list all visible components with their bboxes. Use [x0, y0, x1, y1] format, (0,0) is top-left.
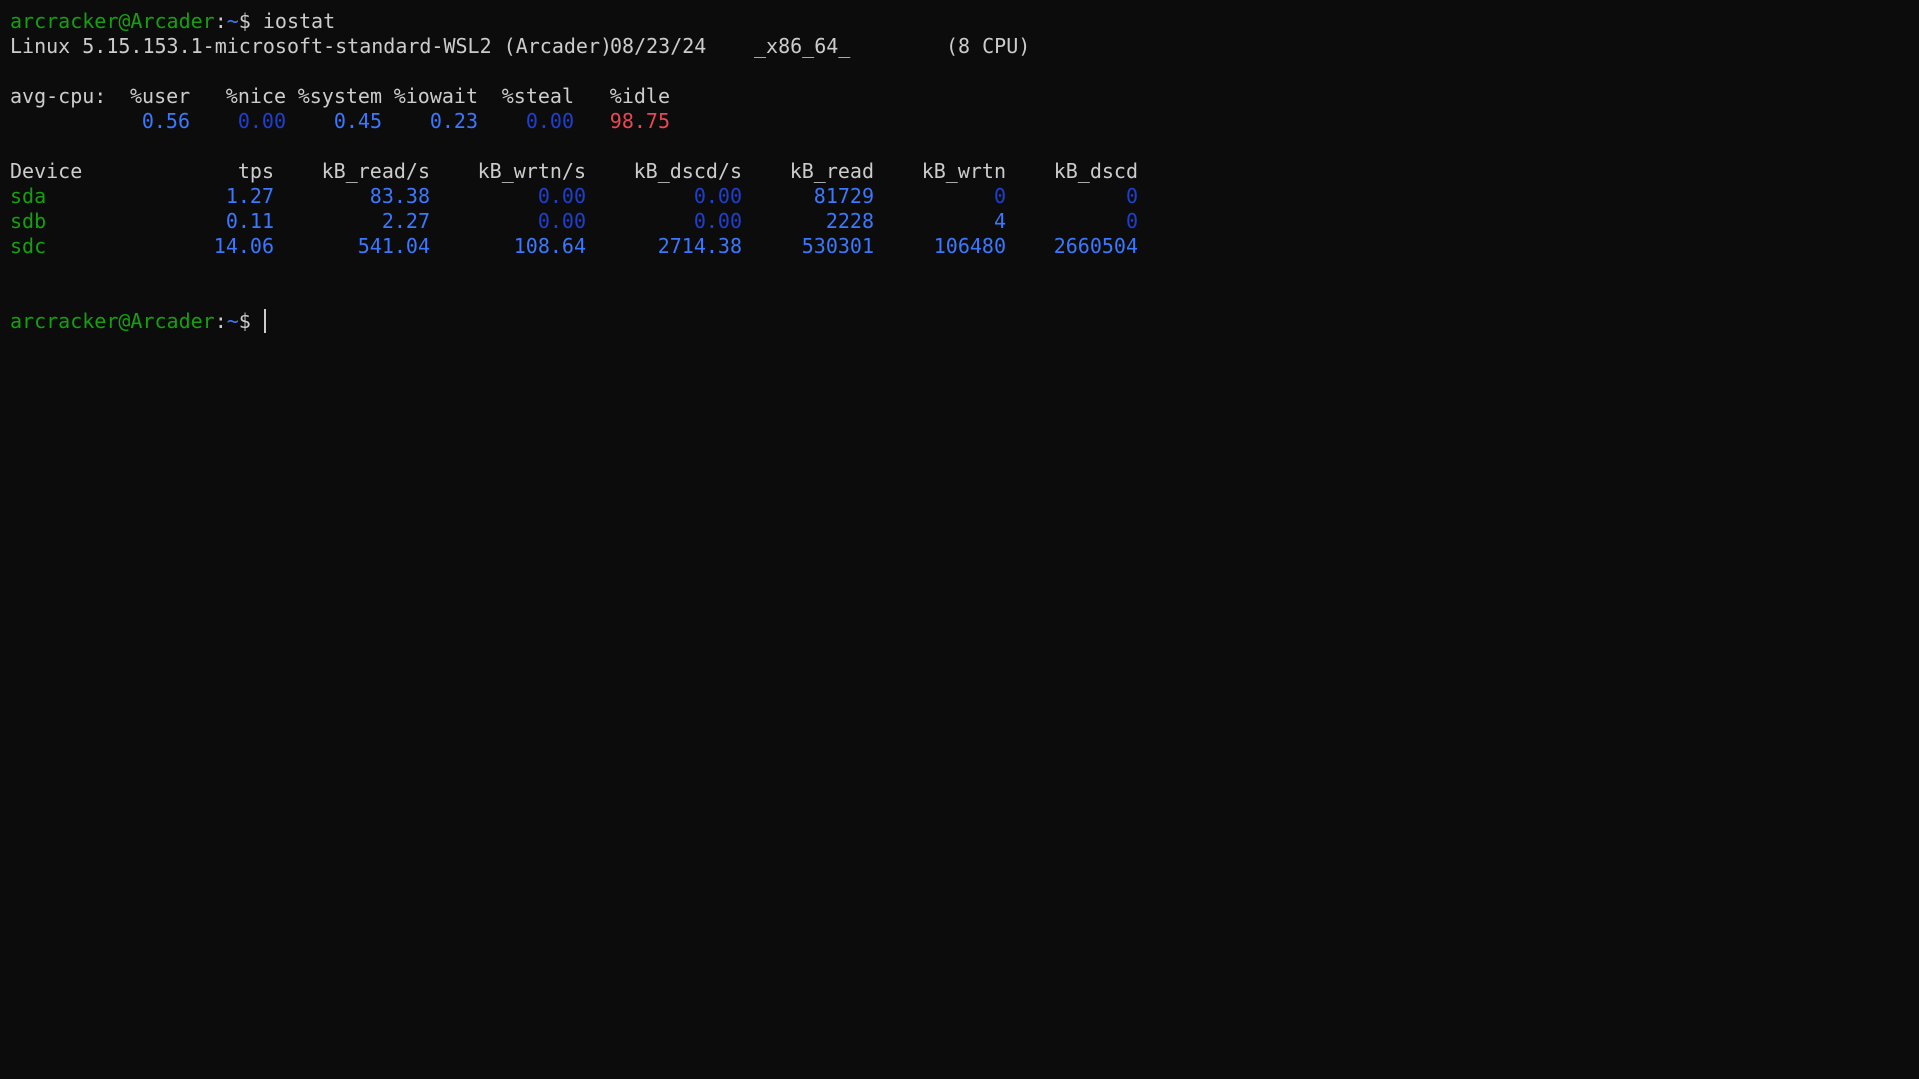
device-header-kb-dscd-s: kB_dscd/s	[633, 159, 742, 183]
device-kb-dscd: 2660504	[1053, 234, 1138, 258]
cpu-value-iowait: 0.23	[429, 109, 478, 133]
kernel-info: Linux 5.15.153.1-microsoft-standard-WSL2…	[10, 34, 613, 58]
device-name: sdc	[10, 234, 47, 258]
text-cursor[interactable]	[263, 309, 266, 333]
device-header-kb-dscd: kB_dscd	[1053, 159, 1138, 183]
device-kb-read: 530301	[801, 234, 874, 258]
device-name: sdb	[10, 209, 47, 233]
device-header-tps: tps	[237, 159, 274, 183]
cpu-header-idle: %idle	[609, 84, 670, 108]
cpu-values-row: 0.56 0.00 0.45 0.23 0.00 98.75	[10, 109, 1919, 134]
prompt-user-host: arcracker@Arcader	[10, 309, 215, 333]
device-kb-read-s: 541.04	[357, 234, 430, 258]
cpu-value-steal: 0.00	[525, 109, 574, 133]
device-row: sdc 14.06 541.04 108.64 2714.38 530301 106480 2…	[10, 234, 1919, 259]
report-date: 08/23/24	[610, 34, 707, 58]
device-kb-dscd: 0	[1125, 184, 1138, 208]
device-name: sda	[10, 184, 47, 208]
active-prompt-line[interactable]: arcracker@Arcader:~$	[10, 309, 1919, 334]
device-kb-dscd-s: 0.00	[693, 209, 742, 233]
device-kb-wrtn-s: 0.00	[537, 209, 586, 233]
command-text: iostat	[262, 9, 336, 33]
device-kb-read: 81729	[813, 184, 874, 208]
prompt-separator: :	[214, 309, 227, 333]
device-header-device: Device	[10, 159, 83, 183]
device-kb-dscd-s: 2714.38	[657, 234, 742, 258]
system-header: Linux 5.15.153.1-microsoft-standard-WSL2…	[10, 34, 1919, 59]
device-kb-wrtn-s: 108.64	[513, 234, 586, 258]
cpu-value-idle: 98.75	[609, 109, 670, 133]
device-kb-read-s: 2.27	[381, 209, 430, 233]
architecture: _x86_64_	[754, 34, 851, 58]
device-header-kb-read: kB_read	[789, 159, 874, 183]
prompt-path: ~	[226, 309, 239, 333]
device-row: sda 1.27 83.38 0.00 0.00 81729 0 0	[10, 184, 1919, 209]
cpu-header-system: %system	[297, 84, 382, 108]
device-header-kb-read-s: kB_read/s	[321, 159, 430, 183]
prompt-separator: :	[214, 9, 227, 33]
device-tps: 14.06	[213, 234, 274, 258]
cpu-count: (8 CPU)	[946, 34, 1031, 58]
cpu-header-nice: %nice	[225, 84, 286, 108]
prompt-symbol: $	[238, 9, 263, 33]
device-kb-wrtn: 106480	[933, 234, 1006, 258]
cpu-value-user: 0.56	[141, 109, 190, 133]
cpu-value-nice: 0.00	[237, 109, 286, 133]
prompt-user-host: arcracker@Arcader	[10, 9, 215, 33]
cpu-value-system: 0.45	[333, 109, 382, 133]
device-header-row: Device tps kB_read/s kB_wrtn/s kB_dscd/s kB_r…	[10, 159, 1919, 184]
cpu-header-row: avg-cpu: %user %nice %system %iowait %steal %i…	[10, 84, 1919, 109]
command-line: arcracker@Arcader:~$ iostat	[10, 9, 1919, 34]
device-kb-wrtn: 0	[993, 184, 1006, 208]
device-kb-dscd-s: 0.00	[693, 184, 742, 208]
cpu-header-user: %user	[130, 84, 191, 108]
cpu-header-steal: %steal	[501, 84, 574, 108]
device-tps: 1.27	[225, 184, 274, 208]
device-kb-read: 2228	[825, 209, 874, 233]
device-kb-dscd: 0	[1125, 209, 1138, 233]
device-header-kb-wrtn: kB_wrtn	[921, 159, 1006, 183]
device-header-kb-wrtn-s: kB_wrtn/s	[477, 159, 586, 183]
device-kb-wrtn: 4	[993, 209, 1006, 233]
prompt-path: ~	[226, 9, 239, 33]
device-row: sdb 0.11 2.27 0.00 0.00 2228 4 0	[10, 209, 1919, 234]
cpu-label: avg-cpu:	[10, 84, 107, 108]
terminal-window[interactable]: arcracker@Arcader:~$ iostat Linux 5.15.1…	[0, 0, 1919, 1079]
device-kb-read-s: 83.38	[369, 184, 430, 208]
prompt-symbol: $	[238, 309, 263, 333]
device-kb-wrtn-s: 0.00	[537, 184, 586, 208]
device-tps: 0.11	[225, 209, 274, 233]
cpu-header-iowait: %iowait	[393, 84, 478, 108]
